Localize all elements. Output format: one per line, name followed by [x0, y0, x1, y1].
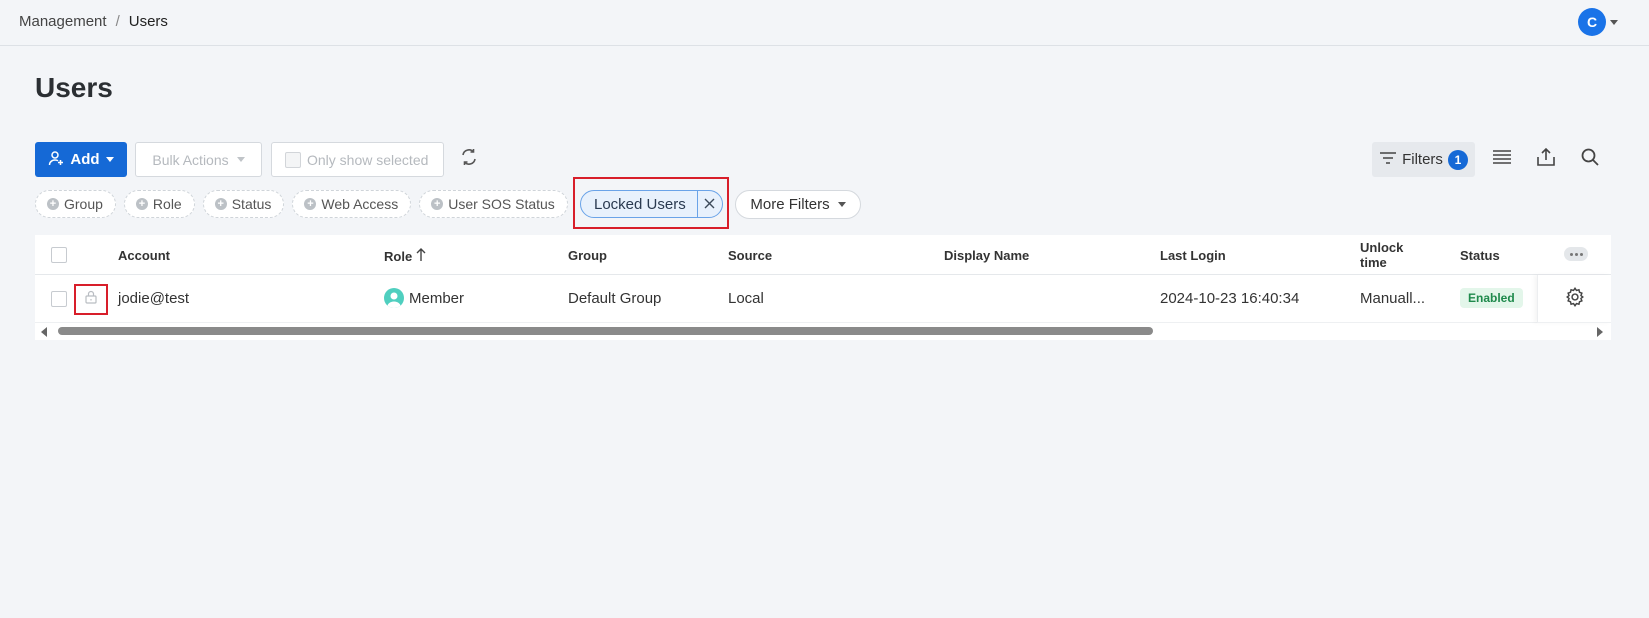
- cell-source: Local: [728, 290, 764, 307]
- column-header-status[interactable]: Status: [1460, 248, 1500, 263]
- add-button-label: Add: [70, 151, 100, 168]
- lock-indicator: [74, 284, 108, 315]
- add-button[interactable]: Add: [35, 142, 127, 177]
- more-filters-label: More Filters: [750, 196, 830, 213]
- filters-button[interactable]: Filters 1: [1372, 142, 1475, 177]
- breadcrumb-management[interactable]: Management: [19, 13, 107, 30]
- chevron-down-icon: [837, 202, 846, 207]
- filter-chip-label: Role: [152, 196, 182, 212]
- add-circle-icon: +: [47, 198, 59, 210]
- column-header-unlock-time-line2: time: [1360, 255, 1387, 270]
- gear-icon: [1564, 286, 1586, 313]
- horizontal-scrollbar[interactable]: [35, 324, 1611, 338]
- avatar[interactable]: C: [1578, 8, 1606, 36]
- column-header-group[interactable]: Group: [568, 248, 607, 263]
- filter-chips: + Group + Role + Status + Web Access + U…: [35, 190, 568, 218]
- columns-icon: [1492, 149, 1512, 170]
- breadcrumb-users: Users: [128, 13, 168, 30]
- close-icon: [704, 196, 715, 213]
- columns-button[interactable]: [1480, 142, 1524, 177]
- column-header-display-name[interactable]: Display Name: [944, 248, 1029, 263]
- remove-filter-button[interactable]: [696, 190, 722, 218]
- cell-role: Member: [384, 288, 464, 308]
- bulk-actions-button[interactable]: Bulk Actions: [135, 142, 262, 177]
- export-button[interactable]: [1524, 142, 1568, 177]
- active-filter-locked-users[interactable]: Locked Users: [580, 190, 723, 218]
- filter-chip-role[interactable]: + Role: [123, 190, 195, 218]
- refresh-icon: [459, 147, 479, 172]
- add-circle-icon: +: [214, 198, 227, 210]
- chevron-down-icon: [105, 157, 114, 162]
- users-table: Account Role Group Source Display Name L…: [35, 235, 1611, 340]
- refresh-button[interactable]: [457, 148, 481, 172]
- filter-chip-label: User SOS Status: [448, 196, 555, 212]
- add-circle-icon: +: [304, 198, 317, 210]
- only-show-selected-label: Only show selected: [307, 151, 429, 168]
- export-icon: [1536, 147, 1556, 172]
- user-menu[interactable]: C: [1578, 8, 1618, 36]
- filters-count-badge: 1: [1447, 149, 1468, 170]
- sort-asc-icon: [416, 248, 426, 265]
- row-settings-button[interactable]: [1537, 275, 1611, 323]
- scroll-right-arrow-icon[interactable]: [1597, 327, 1603, 337]
- member-avatar-icon: [384, 288, 404, 308]
- toolbar-right: Filters 1: [1372, 142, 1612, 177]
- filter-chip-user-sos-status[interactable]: + User SOS Status: [419, 190, 568, 218]
- toolbar-left: Add Bulk Actions Only show selected: [35, 142, 481, 177]
- chevron-down-icon: [236, 157, 245, 162]
- cell-group: Default Group: [568, 290, 662, 307]
- column-header-unlock-time-line1: Unlock: [1360, 240, 1404, 255]
- column-header-role[interactable]: Role: [384, 248, 426, 265]
- filter-chip-group[interactable]: + Group: [35, 190, 116, 218]
- active-filter-label: Locked Users: [594, 195, 686, 213]
- filters-label: Filters: [1402, 151, 1443, 168]
- top-bar: Management / Users C: [0, 0, 1649, 46]
- row-checkbox[interactable]: [51, 291, 67, 307]
- column-header-unlock-time[interactable]: Unlock time: [1360, 240, 1403, 270]
- search-icon: [1580, 147, 1600, 172]
- filter-icon: [1379, 150, 1397, 170]
- breadcrumb: Management / Users: [19, 13, 168, 30]
- cell-account[interactable]: jodie@test: [118, 290, 189, 307]
- more-filters-button[interactable]: More Filters: [735, 190, 861, 219]
- select-all-checkbox[interactable]: [51, 247, 67, 263]
- add-circle-icon: +: [135, 198, 148, 210]
- chevron-down-icon: [1610, 19, 1618, 25]
- scroll-left-arrow-icon[interactable]: [41, 327, 47, 337]
- add-circle-icon: +: [431, 198, 444, 210]
- column-header-role-label: Role: [384, 249, 413, 264]
- cell-unlock-time: Manuall...: [1360, 290, 1426, 307]
- cell-last-login: 2024-10-23 16:40:34: [1160, 290, 1300, 307]
- more-icon-dot: [1574, 252, 1578, 256]
- table-row[interactable]: jodie@test Member Default Group Local 20…: [35, 275, 1611, 323]
- column-header-account[interactable]: Account: [118, 248, 170, 263]
- scrollbar-thumb[interactable]: [58, 327, 1153, 335]
- status-badge: Enabled: [1460, 288, 1523, 308]
- column-header-source[interactable]: Source: [728, 248, 772, 263]
- table-header: Account Role Group Source Display Name L…: [35, 235, 1611, 275]
- filter-chip-label: Status: [231, 196, 272, 212]
- only-show-selected-toggle[interactable]: Only show selected: [271, 142, 444, 177]
- cell-role-label: Member: [409, 289, 465, 307]
- bulk-actions-label: Bulk Actions: [152, 151, 229, 168]
- lock-icon: [84, 290, 98, 309]
- only-show-selected-checkbox[interactable]: [285, 151, 301, 168]
- filter-chip-web-access[interactable]: + Web Access: [292, 190, 412, 218]
- column-header-last-login[interactable]: Last Login: [1160, 248, 1226, 263]
- search-button[interactable]: [1568, 142, 1612, 177]
- filter-chip-status[interactable]: + Status: [202, 190, 285, 218]
- more-columns-button[interactable]: [1564, 247, 1588, 261]
- filter-chip-label: Web Access: [321, 196, 399, 212]
- more-icon-dot: [1569, 252, 1573, 256]
- add-user-icon: [48, 150, 64, 170]
- page-title: Users: [35, 72, 113, 103]
- breadcrumb-separator: /: [115, 13, 120, 30]
- filter-chip-label: Group: [64, 196, 103, 212]
- more-icon-dot: [1579, 252, 1583, 256]
